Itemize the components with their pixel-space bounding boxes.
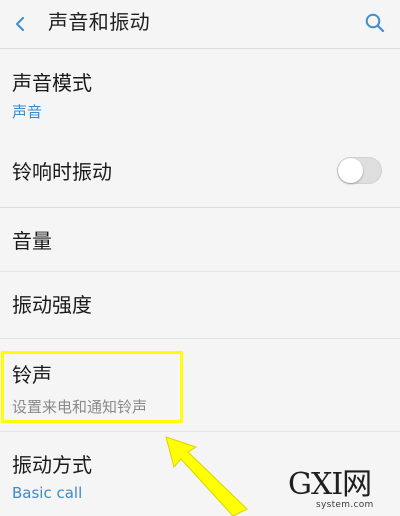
toggle-knob xyxy=(338,158,363,183)
sound-mode-label: 声音模式 xyxy=(12,71,92,95)
page-title: 声音和振动 xyxy=(48,10,150,34)
watermark-main-text: GXI网 xyxy=(288,467,372,502)
vibration-pattern-label: 振动方式 xyxy=(12,453,92,477)
vibrate-on-ring-toggle[interactable] xyxy=(337,157,382,184)
search-button[interactable] xyxy=(360,8,390,38)
search-icon xyxy=(365,13,385,33)
watermark-logo: GXI网 system.com xyxy=(286,468,396,514)
app-header: 声音和振动 xyxy=(0,0,400,48)
volume-row[interactable]: 音量 xyxy=(0,208,400,271)
vibration-pattern-value: Basic call xyxy=(12,484,83,502)
ringtone-row[interactable]: 铃声 设置来电和通知铃声 xyxy=(0,339,400,431)
sound-mode-value: 声音 xyxy=(12,103,43,121)
vibration-intensity-row[interactable]: 振动强度 xyxy=(0,272,400,338)
vibrate-on-ring-label: 铃响时振动 xyxy=(12,160,112,184)
back-button[interactable] xyxy=(0,0,42,48)
ringtone-label: 铃声 xyxy=(12,363,52,387)
back-chevron-icon xyxy=(15,16,25,32)
sound-mode-row[interactable]: 声音模式 声音 xyxy=(0,49,400,131)
vibration-intensity-label: 振动强度 xyxy=(12,293,92,317)
ringtone-description: 设置来电和通知铃声 xyxy=(12,398,148,416)
watermark-sub-text: system.com xyxy=(316,500,374,510)
sound-vibration-screen: 声音和振动 声音模式 声音 铃响时振动 音量 振动强度 铃声 设置来电和通知铃声… xyxy=(0,0,400,516)
volume-label: 音量 xyxy=(12,229,52,253)
